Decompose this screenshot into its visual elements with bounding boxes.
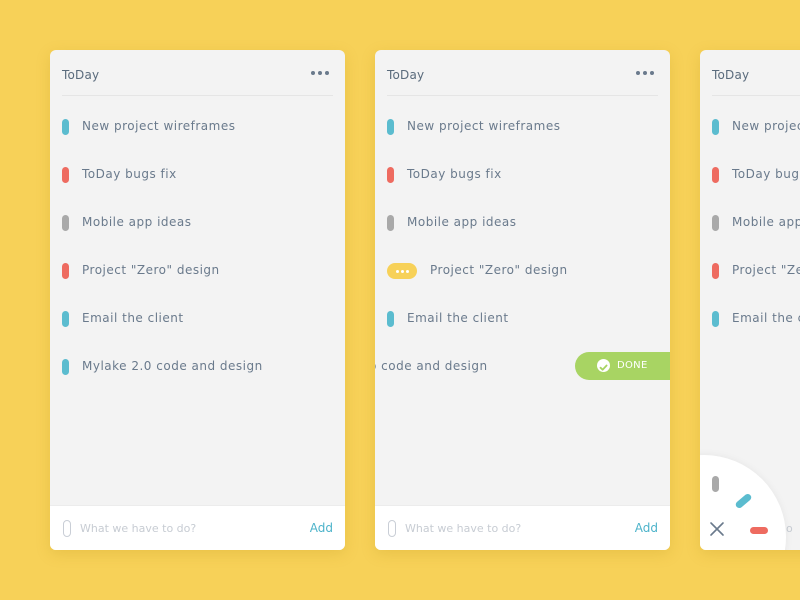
task-label: Mobile app ideas — [407, 215, 517, 229]
task-label: Mobile app ideas — [82, 215, 192, 229]
done-label: DONE — [617, 360, 648, 371]
task-item[interactable]: New projec — [700, 112, 800, 142]
delete-icon[interactable] — [750, 527, 768, 534]
task-label: Project "Zero" design — [82, 263, 220, 277]
close-icon[interactable] — [708, 520, 726, 538]
card-title: ToDay — [387, 68, 425, 82]
task-item-in-progress[interactable]: Project "Zero" design — [375, 256, 670, 286]
task-label: Project "Zero" design — [430, 263, 568, 277]
task-label: Email the c — [732, 311, 800, 325]
add-task-bar: Add — [375, 505, 670, 550]
task-item[interactable]: ToDay bugs fix — [50, 160, 345, 190]
done-button[interactable]: DONE — [575, 352, 670, 380]
new-task-marker-icon — [388, 520, 396, 537]
task-color-marker — [62, 311, 69, 327]
task-label: New projec — [732, 119, 800, 133]
task-color-marker — [712, 119, 719, 135]
add-button[interactable]: Add — [635, 521, 658, 535]
task-item[interactable]: Project "Ze — [700, 256, 800, 286]
check-icon — [597, 359, 610, 372]
new-task-input[interactable] — [405, 518, 605, 538]
task-label: ToDay bugs fix — [407, 167, 502, 181]
card-header: ToDay — [712, 50, 800, 96]
task-color-marker — [62, 359, 69, 375]
task-label: o code and design — [375, 359, 488, 373]
in-progress-dots-icon — [387, 263, 417, 279]
task-item[interactable]: Mobile app ideas — [50, 208, 345, 238]
todo-card-2: ToDay New project wireframes ToDay bugs … — [375, 50, 670, 550]
task-color-marker — [387, 167, 394, 183]
task-label: ToDay bugs — [732, 167, 800, 181]
task-color-marker — [712, 215, 719, 231]
more-options-icon[interactable] — [636, 71, 656, 79]
input-placeholder-peek: o — [786, 522, 793, 535]
task-item[interactable]: Email the client — [50, 304, 345, 334]
task-color-marker — [62, 167, 69, 183]
task-label: New project wireframes — [82, 119, 236, 133]
card-title: ToDay — [62, 68, 100, 82]
color-option-gray[interactable] — [712, 476, 719, 492]
task-color-marker — [712, 311, 719, 327]
card-header: ToDay — [387, 50, 658, 96]
task-label: Email the client — [407, 311, 509, 325]
task-label: ToDay bugs fix — [82, 167, 177, 181]
more-options-icon[interactable] — [311, 71, 331, 79]
card-title: ToDay — [712, 68, 750, 82]
card-header: ToDay — [62, 50, 333, 96]
task-color-marker — [387, 311, 394, 327]
task-color-marker — [712, 167, 719, 183]
task-item[interactable]: Mylake 2.0 code and design — [50, 352, 345, 382]
new-task-marker-icon — [63, 520, 71, 537]
task-item[interactable]: Email the client — [375, 304, 670, 334]
task-label: Mylake 2.0 code and design — [82, 359, 263, 373]
task-item[interactable]: Email the c — [700, 304, 800, 334]
task-label: New project wireframes — [407, 119, 561, 133]
task-item[interactable]: Mobile app ideas — [375, 208, 670, 238]
task-label: Email the client — [82, 311, 184, 325]
add-button[interactable]: Add — [310, 521, 333, 535]
task-item[interactable]: New project wireframes — [50, 112, 345, 142]
task-item[interactable]: ToDay bugs — [700, 160, 800, 190]
task-label: Mobile app — [732, 215, 800, 229]
task-item[interactable]: Mobile app — [700, 208, 800, 238]
task-color-marker — [62, 263, 69, 279]
add-task-bar: Add — [50, 505, 345, 550]
new-task-input[interactable] — [80, 518, 280, 538]
task-color-marker — [62, 119, 69, 135]
task-color-marker — [712, 263, 719, 279]
task-item[interactable]: New project wireframes — [375, 112, 670, 142]
task-item[interactable]: ToDay bugs fix — [375, 160, 670, 190]
task-color-marker — [62, 215, 69, 231]
task-label: Project "Ze — [732, 263, 800, 277]
todo-card-3: ToDay New projec ToDay bugs Mobile app P… — [700, 50, 800, 550]
task-item[interactable]: Project "Zero" design — [50, 256, 345, 286]
task-color-marker — [387, 215, 394, 231]
task-color-marker — [387, 119, 394, 135]
task-item-swiped[interactable]: o code and design DONE — [375, 352, 670, 382]
todo-card-1: ToDay New project wireframes ToDay bugs … — [50, 50, 345, 550]
